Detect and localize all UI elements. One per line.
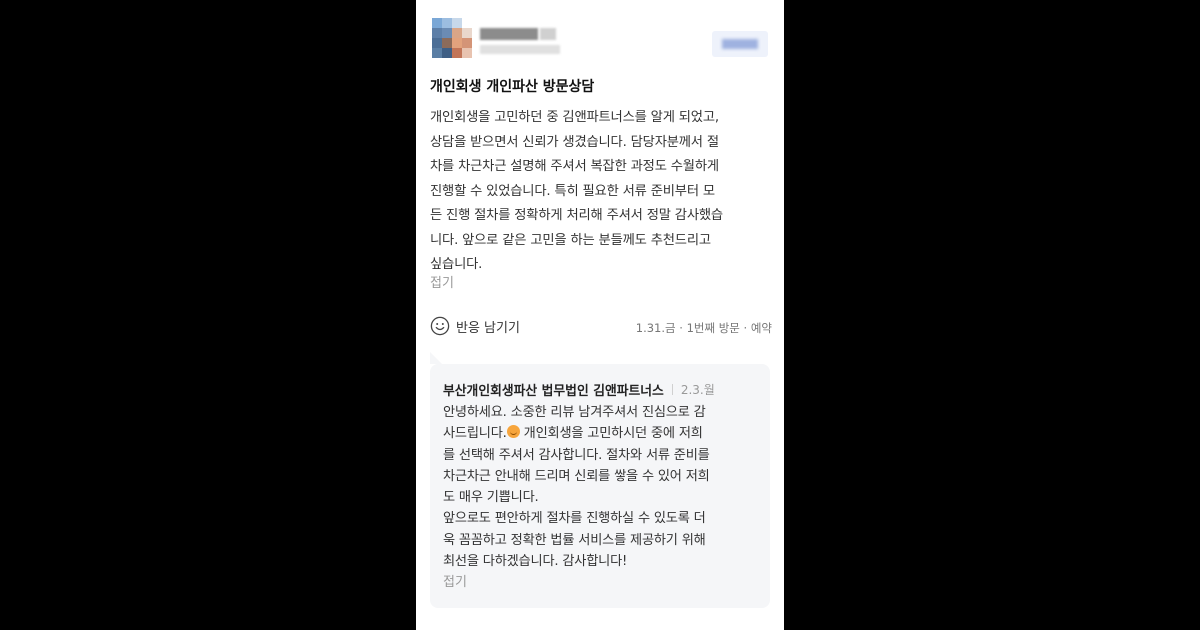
review-title: 개인회생 개인파산 방문상담 bbox=[430, 79, 595, 95]
react-button[interactable]: 반응 남기기 bbox=[430, 316, 520, 336]
review-body-line: 상담을 받으면서 신뢰가 생겼습니다. 담당자분께서 절 bbox=[430, 134, 719, 150]
review-card: 개인회생 개인파산 방문상담 개인회생을 고민하던 중 김앤파트너스를 알게 되… bbox=[416, 0, 784, 630]
reply-date: 2.3.월 bbox=[680, 383, 715, 397]
smile-icon bbox=[430, 316, 450, 336]
reply-bubble-tail bbox=[430, 352, 442, 364]
review-body-line: 싶습니다. bbox=[430, 257, 483, 272]
reply-line: 차근차근 안내해 드리며 신뢰를 쌓을 수 있어 저희 bbox=[443, 468, 710, 484]
review-body: 개인회생을 고민하던 중 김앤파트너스를 알게 되었고, 상담을 받으면서 신뢰… bbox=[430, 106, 774, 278]
reply-line: 안녕하세요. 소중한 리뷰 남겨주셔서 진심으로 감 bbox=[443, 405, 706, 420]
reply-line: 를 선택해 주셔서 감사합니다. 절차와 서류 준비를 bbox=[443, 447, 710, 463]
visit-meta: 1.31.금 · 1번째 방문 · 예약 bbox=[635, 321, 772, 335]
reply-fold-link[interactable]: 접기 bbox=[443, 571, 467, 590]
reply-line: 욱 꼼꼼하고 정확한 법률 서비스를 제공하기 위해 bbox=[443, 532, 706, 548]
reply-line: 사드립니다. 개인회생을 고민하시던 중에 저희 bbox=[443, 423, 763, 444]
review-body-line: 차를 차근차근 설명해 주셔서 복잡한 과정도 수월하게 bbox=[430, 159, 719, 174]
reply-line-part: 사드립니다. bbox=[443, 426, 507, 442]
review-body-line: 든 진행 절차를 정확하게 처리해 주셔서 정말 감사했습 bbox=[430, 208, 723, 223]
review-body-line: 진행할 수 있었습니다. 특히 필요한 서류 준비부터 모 bbox=[430, 183, 715, 199]
reply-divider bbox=[671, 384, 673, 395]
review-body-line: 니다. 앞으로 같은 고민을 하는 분들께도 추천드리고 bbox=[430, 232, 711, 248]
reply-line-part: 개인회생을 고민하시던 중에 저희 bbox=[519, 426, 703, 442]
reply-header: 부산개인회생파산 법무법인 김앤파트너스 2.3.월 bbox=[443, 380, 715, 399]
reply-line: 도 매우 기쁩니다. bbox=[443, 490, 539, 506]
reply-author-name: 부산개인회생파산 법무법인 김앤파트너스 bbox=[443, 384, 664, 399]
author-name-blurred[interactable] bbox=[480, 28, 538, 40]
smiling-face-icon bbox=[506, 425, 520, 439]
follow-button[interactable] bbox=[712, 31, 768, 57]
reply-line: 최선을 다하겠습니다. 감사합니다! bbox=[443, 554, 628, 570]
react-button-label: 반응 남기기 bbox=[456, 320, 520, 336]
follow-button-label-blurred bbox=[722, 39, 758, 49]
author-stats-blurred bbox=[480, 45, 560, 54]
review-fold-link[interactable]: 접기 bbox=[430, 272, 454, 291]
owner-reply: 부산개인회생파산 법무법인 김앤파트너스 2.3.월 안녕하세요. 소중한 리뷰… bbox=[430, 364, 770, 608]
review-body-line: 개인회생을 고민하던 중 김앤파트너스를 알게 되었고, bbox=[430, 110, 719, 125]
author-name-blurred-part bbox=[540, 28, 556, 40]
avatar[interactable] bbox=[432, 18, 472, 58]
reply-line: 앞으로도 편안하게 절차를 진행하실 수 있도록 더 bbox=[443, 511, 706, 527]
reply-body: 안녕하세요. 소중한 리뷰 남겨주셔서 진심으로 감 사드립니다. 개인회생을 … bbox=[443, 402, 763, 572]
